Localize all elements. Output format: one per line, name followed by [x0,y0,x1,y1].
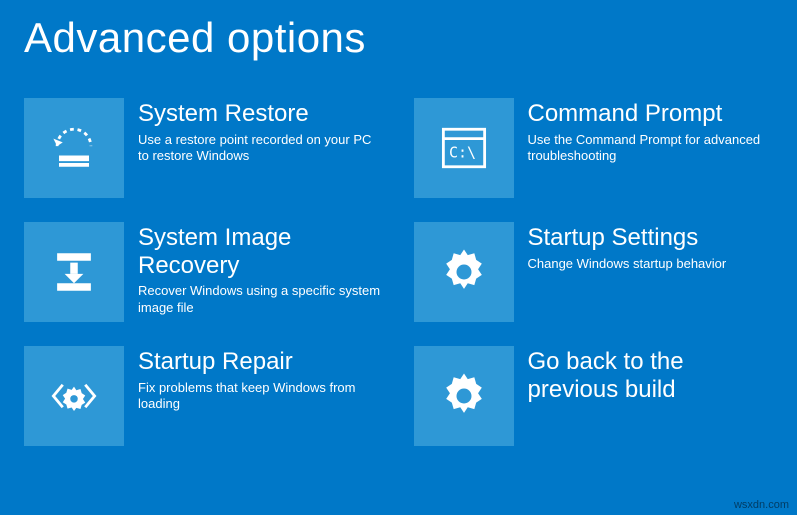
restore-icon [24,98,124,198]
page-title: Advanced options [0,0,797,62]
gear-icon [414,346,514,446]
options-grid: System Restore Use a restore point recor… [0,62,797,446]
tile-go-back-previous-build[interactable]: Go back to the previous build [414,346,774,446]
image-recovery-icon [24,222,124,322]
tile-title: Go back to the previous build [528,348,774,403]
tile-system-image-recovery[interactable]: System Image Recovery Recover Windows us… [24,222,384,322]
tile-title: Startup Repair [138,348,384,376]
tile-command-prompt[interactable]: C:\ Command Prompt Use the Command Promp… [414,98,774,198]
tile-text: Startup Repair Fix problems that keep Wi… [138,346,384,413]
tile-title: Startup Settings [528,224,774,252]
tile-text: Go back to the previous build [528,346,774,407]
tile-desc: Use the Command Prompt for advanced trou… [528,132,774,166]
tile-desc: Fix problems that keep Windows from load… [138,380,384,414]
tile-desc: Use a restore point recorded on your PC … [138,132,384,166]
tile-startup-settings[interactable]: Startup Settings Change Windows startup … [414,222,774,322]
tile-text: Startup Settings Change Windows startup … [528,222,774,272]
tile-text: System Restore Use a restore point recor… [138,98,384,165]
cmd-icon: C:\ [414,98,514,198]
tile-startup-repair[interactable]: Startup Repair Fix problems that keep Wi… [24,346,384,446]
tile-title: Command Prompt [528,100,774,128]
tile-desc: Recover Windows using a specific system … [138,283,384,317]
tile-text: Command Prompt Use the Command Prompt fo… [528,98,774,165]
tile-system-restore[interactable]: System Restore Use a restore point recor… [24,98,384,198]
svg-text:C:\: C:\ [449,143,476,161]
watermark: wsxdn.com [734,499,789,511]
repair-icon [24,346,124,446]
tile-title: System Restore [138,100,384,128]
tile-desc: Change Windows startup behavior [528,256,774,273]
tile-text: System Image Recovery Recover Windows us… [138,222,384,317]
tile-title: System Image Recovery [138,224,384,279]
gear-icon [414,222,514,322]
